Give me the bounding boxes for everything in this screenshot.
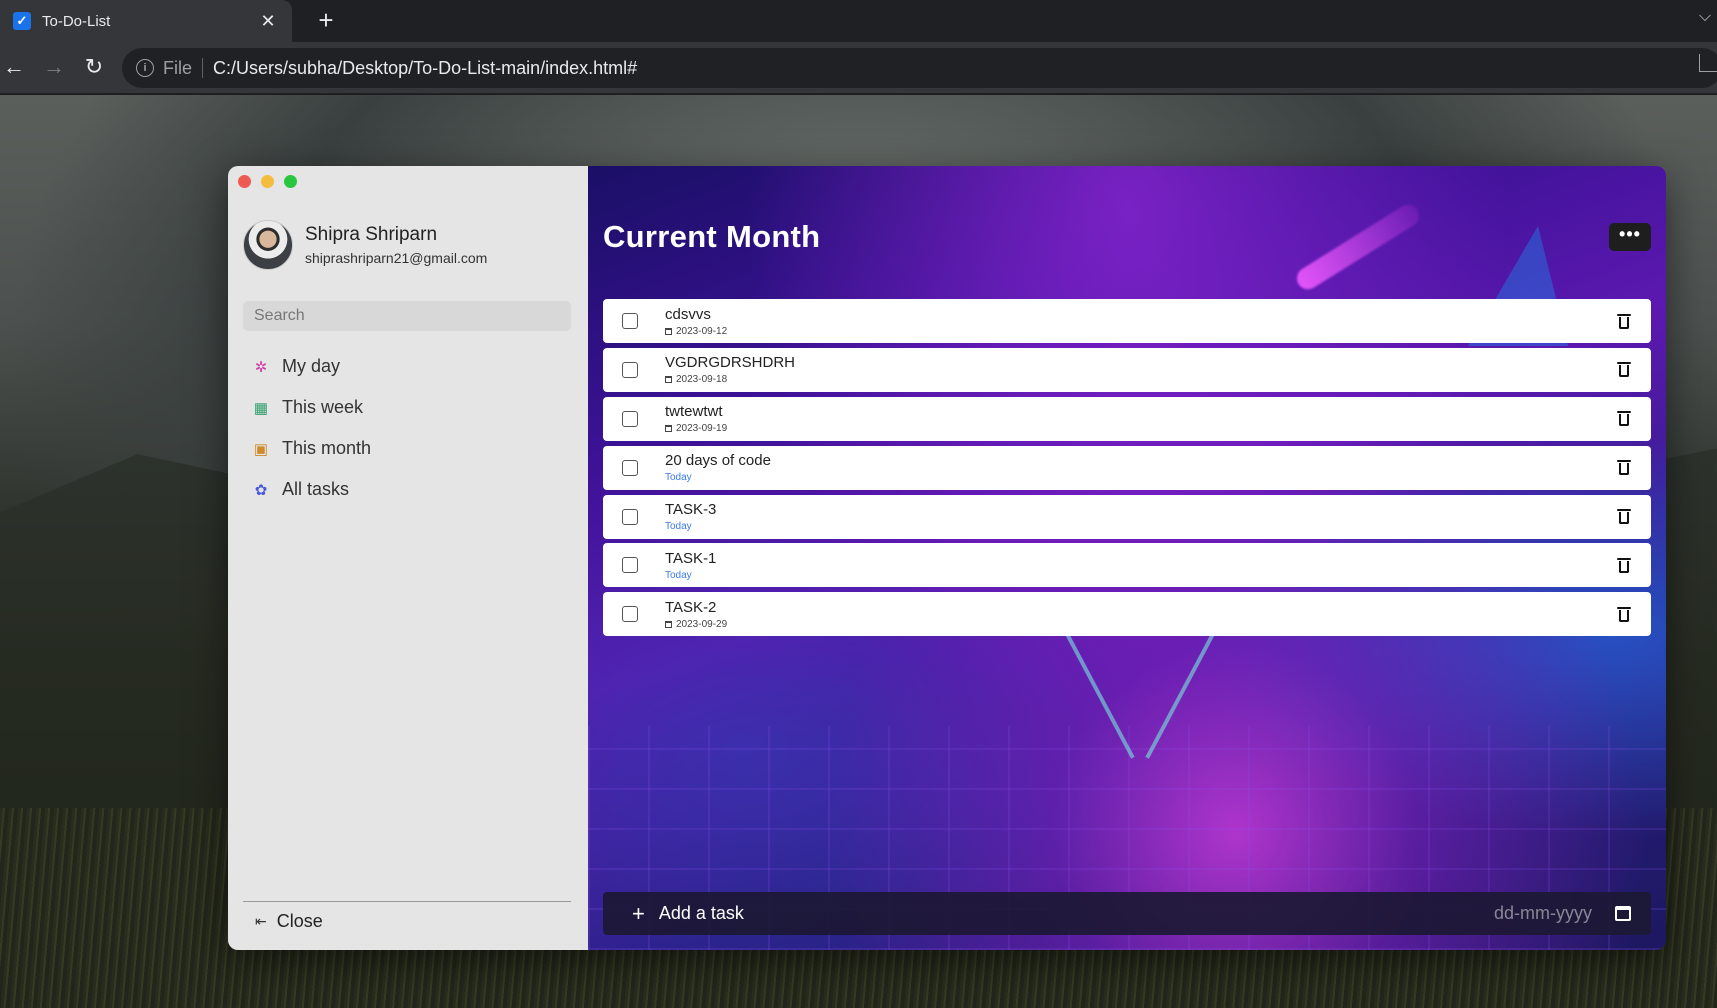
sidebar-item-this-week[interactable]: ▦ This week [253,387,371,428]
tab-search-chevron-icon[interactable]: ⌵ [1699,8,1711,26]
add-task-bar: + [603,892,1651,935]
task-checkbox[interactable] [622,508,638,525]
task-checkbox[interactable] [622,313,638,329]
task-name: cdsvvs [665,305,711,323]
forward-arrow-icon[interactable]: → [40,54,68,82]
task-name: TASK-2 [665,598,717,616]
user-profile: Shipra Shriparn shiprashriparn21@gmail.c… [243,220,487,270]
task-row: cdsvvs 2023-09-12 [603,299,1651,343]
task-list: cdsvvs 2023-09-12 VGDRGDRSHDRH 2023-09-1… [603,299,1651,641]
sidebar-item-my-day[interactable]: ✲ My day [253,346,371,387]
delete-trash-icon[interactable] [1617,411,1631,427]
tab-close-icon[interactable]: ✕ [258,11,278,32]
tab-title: To-Do-List [42,12,111,30]
task-row: TASK-1 Today [603,543,1651,588]
calendar-picker-icon[interactable] [1615,906,1631,921]
task-name: TASK-1 [665,549,717,567]
calendar-icon: ▣ [253,440,269,458]
puzzle-icon: ✿ [254,481,268,499]
calendar-icon [665,620,672,628]
task-row: 20 days of code Today [603,445,1651,490]
background-beam [1292,200,1424,294]
task-checkbox[interactable] [622,606,638,623]
task-date-text: 2023-09-12 [676,325,728,337]
task-due-date: 2023-09-19 [665,423,1617,434]
task-date-text: 2023-09-29 [676,618,728,630]
sidebar-item-label: My day [282,356,341,376]
close-window-dot[interactable] [238,175,251,188]
task-row: TASK-2 2023-09-29 [603,592,1651,637]
calendar-icon [665,376,672,384]
task-checkbox[interactable] [622,557,638,574]
info-icon[interactable]: i [136,59,154,77]
task-row: TASK-3 Today [603,494,1651,539]
sidebar-item-label: This week [282,397,364,417]
delete-trash-icon[interactable] [1617,606,1631,622]
task-name: twtewtwt [665,403,723,421]
window-controls [238,175,297,188]
more-options-button[interactable]: ••• [1609,223,1651,251]
avatar [243,220,293,270]
sidebar-item-label: This month [282,438,372,458]
task-name: VGDRGDRSHDRH [665,354,796,372]
task-date-text: 2023-09-19 [676,423,728,435]
minimize-window-dot[interactable] [261,175,274,188]
browser-toolbar: ← → ↻ i File C:/Users/subha/Desktop/To-D… [0,42,1717,94]
close-button[interactable]: ⇤ Close [243,902,571,940]
task-due-date: 2023-09-29 [665,619,1617,630]
task-name: 20 days of code [665,452,771,470]
search-input[interactable] [243,301,571,331]
todo-app-window: Shipra Shriparn shiprashriparn21@gmail.c… [228,166,1666,950]
reload-icon[interactable]: ↻ [80,54,108,82]
task-due-date: Today [665,472,692,484]
sidebar: Shipra Shriparn shiprashriparn21@gmail.c… [228,166,588,950]
sidebar-item-this-month[interactable]: ▣ This month [253,428,371,469]
browser-tab-strip: ✓ To-Do-List ✕ + ⌵ [0,0,1717,42]
maximize-window-dot[interactable] [284,175,297,188]
task-checkbox[interactable] [622,361,638,378]
share-icon[interactable] [1699,54,1717,72]
delete-trash-icon[interactable] [1617,509,1631,525]
calendar-icon [665,327,672,335]
new-tab-icon[interactable]: + [312,7,340,35]
address-scheme: File [163,57,193,78]
sidebar-menu: ✲ My day ▦ This week ▣ This month ✿ All … [253,346,371,510]
sidebar-item-label: All tasks [282,479,350,499]
exit-icon: ⇤ [255,912,267,929]
address-separator [202,58,204,78]
sun-icon: ✲ [254,358,268,376]
calendar-icon [665,425,672,433]
address-bar[interactable]: i File C:/Users/subha/Desktop/To-Do-List… [122,48,1717,88]
task-row: twtewtwt 2023-09-19 [603,396,1651,441]
user-name: Shipra Shriparn [305,224,438,245]
user-email: shiprashriparn21@gmail.com [305,250,488,266]
task-date-text: 2023-09-18 [676,374,728,386]
task-row: VGDRGDRSHDRH 2023-09-18 [603,347,1651,392]
delete-trash-icon[interactable] [1617,362,1631,378]
close-label: Close [276,910,323,931]
delete-trash-icon[interactable] [1617,313,1631,329]
sidebar-item-all-tasks[interactable]: ✿ All tasks [253,469,371,510]
back-arrow-icon[interactable]: ← [0,54,28,82]
task-due-date: Today [665,521,692,533]
task-name: TASK-3 [665,501,717,519]
grid-icon: ▦ [253,399,269,417]
plus-icon[interactable]: + [632,901,645,927]
task-checkbox[interactable] [622,410,638,427]
due-date-input[interactable] [1462,903,1592,924]
add-task-input[interactable] [658,903,1462,924]
delete-trash-icon[interactable] [1617,460,1631,476]
browser-tab[interactable]: ✓ To-Do-List ✕ [0,0,292,42]
main-panel: Current Month ••• cdsvvs 2023-09-12 VGDR… [588,166,1666,950]
address-url[interactable]: C:/Users/subha/Desktop/To-Do-List-main/i… [213,58,637,79]
task-checkbox[interactable] [622,459,638,476]
page-title: Current Month [603,219,821,254]
sidebar-footer: ⇤ Close [243,901,571,940]
delete-trash-icon[interactable] [1617,557,1631,573]
task-due-date: Today [665,569,692,581]
task-due-date: 2023-09-18 [665,374,1617,385]
checkbox-favicon-icon: ✓ [13,12,31,30]
task-due-date: 2023-09-12 [665,326,1617,337]
